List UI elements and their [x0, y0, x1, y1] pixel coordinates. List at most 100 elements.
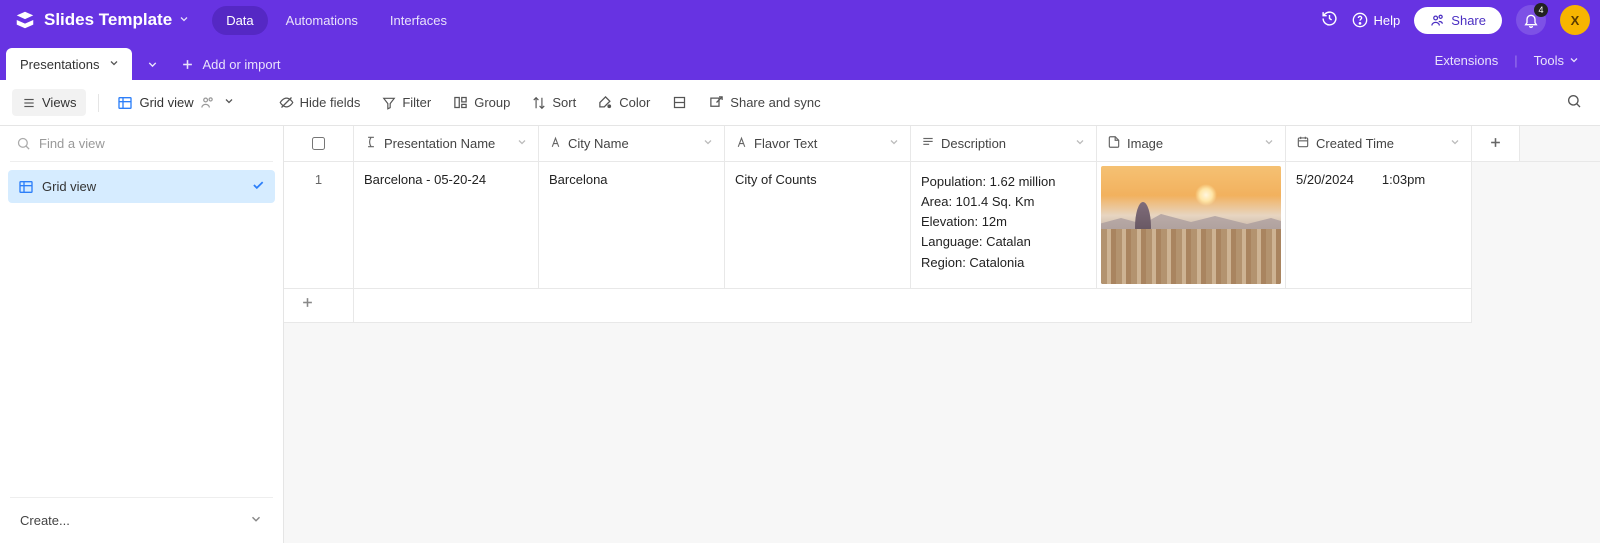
column-label: Image	[1127, 136, 1163, 151]
attachment-field-icon	[1107, 135, 1121, 152]
sidebar-view-grid[interactable]: Grid view	[8, 170, 275, 203]
extensions-link[interactable]: Extensions	[1425, 47, 1509, 74]
cell-image[interactable]	[1097, 162, 1286, 289]
formula-field-icon	[364, 135, 378, 152]
view-switcher[interactable]: Grid view	[111, 91, 240, 115]
row-number[interactable]: 1	[284, 162, 354, 289]
select-all-checkbox[interactable]	[312, 137, 325, 150]
sort-label: Sort	[552, 95, 576, 110]
user-avatar[interactable]: X	[1560, 5, 1590, 35]
blank-cell	[1520, 289, 1600, 323]
views-toggle[interactable]: Views	[12, 89, 86, 116]
grid-area: Presentation Name City Name	[284, 126, 1600, 543]
app-logo-icon	[14, 9, 36, 31]
desc-line: Region: Catalonia	[921, 253, 1086, 273]
desc-line: Language: Catalan	[921, 232, 1086, 252]
column-label: City Name	[568, 136, 629, 151]
field-menu-icon[interactable]	[1263, 136, 1275, 151]
notifications-button[interactable]: 4	[1516, 5, 1546, 35]
field-menu-icon[interactable]	[1449, 136, 1461, 151]
text-field-icon	[735, 136, 748, 152]
find-view-input[interactable]: Find a view	[0, 126, 283, 161]
field-menu-icon[interactable]	[702, 136, 714, 151]
view-name-label: Grid view	[139, 95, 193, 110]
toolbar: Views Grid view Hide fields Filter Group…	[0, 80, 1600, 126]
chevron-down-icon	[108, 57, 120, 72]
notif-count-badge: 4	[1534, 3, 1548, 17]
topbar: Slides Template Data Automations Interfa…	[0, 0, 1600, 40]
column-header-image[interactable]: Image	[1097, 126, 1286, 162]
base-name-label: Slides Template	[44, 10, 172, 30]
tools-dropdown[interactable]: Tools	[1524, 47, 1590, 74]
field-menu-icon[interactable]	[888, 136, 900, 151]
column-label: Presentation Name	[384, 136, 495, 151]
tablebar-right: Extensions | Tools	[1425, 40, 1590, 80]
divider	[98, 94, 99, 112]
views-toggle-label: Views	[42, 95, 76, 110]
chevron-down-icon	[178, 10, 190, 30]
color-button[interactable]: Color	[590, 91, 658, 114]
text-field-icon	[549, 136, 562, 152]
search-button[interactable]	[1560, 87, 1588, 118]
column-header-city-name[interactable]: City Name	[539, 126, 725, 162]
add-row[interactable]	[284, 289, 1600, 323]
share-label: Share	[1451, 13, 1486, 28]
desc-line: Population: 1.62 million	[921, 172, 1086, 192]
column-label: Created Time	[1316, 136, 1394, 151]
body: Find a view Grid view Create...	[0, 126, 1600, 543]
share-and-sync-button[interactable]: Share and sync	[701, 91, 828, 114]
table-row[interactable]: 1 Barcelona - 05-20-24 Barcelona City of…	[284, 162, 1600, 289]
column-header-presentation-name[interactable]: Presentation Name	[354, 126, 539, 162]
table-tab-presentations[interactable]: Presentations	[6, 48, 132, 80]
add-row-button[interactable]	[284, 289, 354, 323]
image-thumbnail[interactable]	[1101, 166, 1281, 284]
cell-flavor-text[interactable]: City of Counts	[725, 162, 911, 289]
cell-city-name[interactable]: Barcelona	[539, 162, 725, 289]
desc-line: Elevation: 12m	[921, 212, 1086, 232]
tables-dropdown-button[interactable]	[138, 48, 168, 80]
sort-button[interactable]: Sort	[524, 91, 584, 114]
add-row-span[interactable]	[354, 289, 1472, 323]
select-all-checkbox-cell	[284, 126, 354, 162]
share-button[interactable]: Share	[1414, 7, 1502, 34]
field-menu-icon[interactable]	[516, 136, 528, 151]
cell-description[interactable]: Population: 1.62 million Area: 101.4 Sq.…	[911, 162, 1097, 289]
color-label: Color	[619, 95, 650, 110]
nav-data[interactable]: Data	[212, 6, 267, 35]
group-button[interactable]: Group	[445, 91, 518, 114]
nav-interfaces[interactable]: Interfaces	[376, 6, 461, 35]
column-label: Flavor Text	[754, 136, 817, 151]
column-header-created-time[interactable]: Created Time	[1286, 126, 1472, 162]
chevron-down-icon	[249, 512, 263, 529]
help-button[interactable]: Help	[1352, 12, 1401, 28]
column-label: Description	[941, 136, 1006, 151]
column-header-description[interactable]: Description	[911, 126, 1097, 162]
created-time-field-icon	[1296, 135, 1310, 152]
base-name-dropdown[interactable]: Slides Template	[44, 10, 190, 30]
create-view-button[interactable]: Create...	[0, 498, 283, 543]
add-or-import-label: Add or import	[203, 57, 281, 72]
find-view-placeholder: Find a view	[39, 136, 105, 151]
cell-presentation-name[interactable]: Barcelona - 05-20-24	[354, 162, 539, 289]
created-date: 5/20/2024	[1296, 172, 1354, 187]
separator: |	[1514, 53, 1517, 68]
blank-cell	[1472, 289, 1520, 323]
divider	[10, 161, 273, 162]
field-menu-icon[interactable]	[1074, 136, 1086, 151]
grid-filler	[1520, 126, 1600, 162]
filter-button[interactable]: Filter	[374, 91, 439, 114]
hide-fields-button[interactable]: Hide fields	[271, 91, 369, 114]
history-icon[interactable]	[1321, 10, 1338, 30]
add-or-import-button[interactable]: Add or import	[180, 48, 281, 80]
column-header-flavor-text[interactable]: Flavor Text	[725, 126, 911, 162]
row-height-button[interactable]	[664, 91, 695, 114]
share-sync-label: Share and sync	[730, 95, 820, 110]
cell-created-time[interactable]: 5/20/20241:03pm	[1286, 162, 1472, 289]
blank-cell	[1520, 162, 1600, 289]
nav-automations[interactable]: Automations	[272, 6, 372, 35]
add-field-button[interactable]	[1472, 126, 1520, 162]
blank-cell	[1472, 162, 1520, 289]
sidebar-view-label: Grid view	[42, 179, 96, 194]
chevron-down-icon	[223, 95, 235, 110]
tools-label: Tools	[1534, 53, 1564, 68]
